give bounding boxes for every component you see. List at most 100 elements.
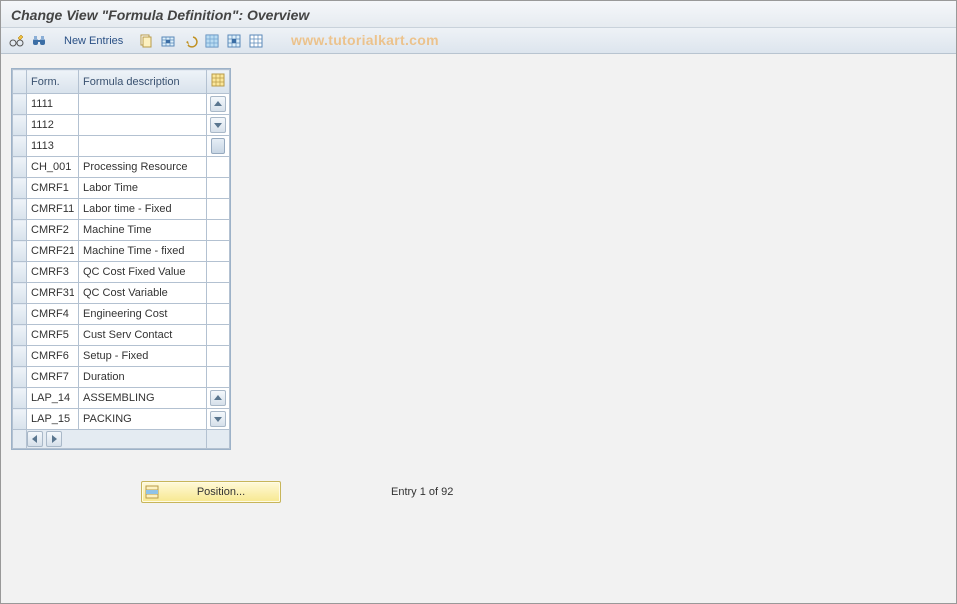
table-row: Labor time - Fixed <box>13 199 230 220</box>
hscroll-left-button[interactable] <box>27 431 43 447</box>
row-selector[interactable] <box>13 346 27 367</box>
formula-description-cell[interactable]: Setup - Fixed <box>79 347 206 365</box>
formula-key-input[interactable] <box>27 262 78 282</box>
row-selector[interactable] <box>13 178 27 199</box>
table-row: Machine Time <box>13 220 230 241</box>
copy-as-button[interactable] <box>136 31 156 51</box>
vscroll-track[interactable] <box>207 136 230 157</box>
formula-description-cell[interactable]: QC Cost Fixed Value <box>79 263 206 281</box>
formula-key-input[interactable] <box>27 136 78 156</box>
row-selector[interactable] <box>13 325 27 346</box>
window-title-bar: Change View "Formula Definition": Overvi… <box>1 1 956 28</box>
vscroll-track[interactable] <box>207 346 230 367</box>
vscroll-track[interactable] <box>207 409 230 430</box>
triangle-up-icon <box>214 100 222 108</box>
deselect-all-button[interactable] <box>246 31 266 51</box>
select-all-button[interactable] <box>202 31 222 51</box>
formula-key-input[interactable] <box>27 367 78 387</box>
row-selector[interactable] <box>13 115 27 136</box>
row-selector[interactable] <box>13 157 27 178</box>
vscroll-down-button-bottom[interactable] <box>210 411 226 427</box>
formula-description-cell[interactable]: Duration <box>79 368 206 386</box>
vscroll-down-button[interactable] <box>210 117 226 133</box>
vscroll-track[interactable] <box>207 178 230 199</box>
formula-description-cell[interactable]: Processing Resource <box>79 158 206 176</box>
vscroll-thumb[interactable] <box>211 138 225 154</box>
formula-description-cell[interactable]: ASSEMBLING <box>79 389 206 407</box>
table-settings-icon <box>211 73 225 87</box>
vscroll-track[interactable] <box>207 115 230 136</box>
application-toolbar: New Entries www.tutorialkart.com <box>1 28 956 54</box>
vscroll-track[interactable] <box>207 220 230 241</box>
column-header-form[interactable]: Form. <box>27 70 79 94</box>
formula-description-cell[interactable]: Labor Time <box>79 179 206 197</box>
formula-description-cell[interactable] <box>79 101 206 107</box>
row-selector[interactable] <box>13 136 27 157</box>
formula-description-cell[interactable]: Cust Serv Contact <box>79 326 206 344</box>
formula-description-cell[interactable]: PACKING <box>79 410 206 428</box>
vscroll-up-button-bottom[interactable] <box>210 390 226 406</box>
vscroll-track[interactable] <box>207 199 230 220</box>
table-row: QC Cost Variable <box>13 283 230 304</box>
formula-description-cell[interactable]: QC Cost Variable <box>79 284 206 302</box>
position-button[interactable]: Position... <box>141 481 281 503</box>
row-selector[interactable] <box>13 241 27 262</box>
vscroll-up-button[interactable] <box>210 96 226 112</box>
formula-key-input[interactable] <box>27 409 78 429</box>
formula-key-input[interactable] <box>27 115 78 135</box>
hscroll-track[interactable] <box>27 430 207 449</box>
row-selector[interactable] <box>13 220 27 241</box>
column-header-desc[interactable]: Formula description <box>79 70 207 94</box>
formula-key-input[interactable] <box>27 346 78 366</box>
formula-key-input[interactable] <box>27 94 78 114</box>
select-block-button[interactable] <box>224 31 244 51</box>
formula-description-cell[interactable]: Labor time - Fixed <box>79 200 206 218</box>
formula-description-cell[interactable]: Engineering Cost <box>79 305 206 323</box>
row-selector-header[interactable] <box>13 70 27 94</box>
table-row: Labor Time <box>13 178 230 199</box>
formula-key-input[interactable] <box>27 220 78 240</box>
vscroll-track[interactable] <box>207 325 230 346</box>
undo-button[interactable] <box>180 31 200 51</box>
table-row: Processing Resource <box>13 157 230 178</box>
formula-key-input[interactable] <box>27 304 78 324</box>
formula-key-input[interactable] <box>27 325 78 345</box>
delete-button[interactable] <box>158 31 178 51</box>
row-selector[interactable] <box>13 199 27 220</box>
formula-description-cell[interactable]: Machine Time - fixed <box>79 242 206 260</box>
row-selector[interactable] <box>13 304 27 325</box>
row-selector[interactable] <box>13 283 27 304</box>
row-selector[interactable] <box>13 94 27 115</box>
vscroll-track[interactable] <box>207 304 230 325</box>
copy-icon <box>138 33 154 49</box>
undo-icon <box>182 33 198 49</box>
triangle-down-icon <box>214 121 222 129</box>
find-button[interactable] <box>29 31 49 51</box>
formula-description-cell[interactable] <box>79 122 206 128</box>
formula-key-input[interactable] <box>27 388 78 408</box>
watermark-text: www.tutorialkart.com <box>291 32 439 48</box>
row-selector[interactable] <box>13 388 27 409</box>
formula-key-input[interactable] <box>27 199 78 219</box>
vscroll-track[interactable] <box>207 94 230 115</box>
vscroll-track[interactable] <box>207 283 230 304</box>
vscroll-track[interactable] <box>207 388 230 409</box>
row-selector[interactable] <box>13 367 27 388</box>
vscroll-track[interactable] <box>207 262 230 283</box>
formula-key-input[interactable] <box>27 283 78 303</box>
formula-key-input[interactable] <box>27 178 78 198</box>
row-selector[interactable] <box>13 409 27 430</box>
vscroll-track[interactable] <box>207 157 230 178</box>
vscroll-track[interactable] <box>207 241 230 262</box>
change-display-toggle[interactable] <box>7 31 27 51</box>
formula-key-input[interactable] <box>27 157 78 177</box>
formula-key-input[interactable] <box>27 241 78 261</box>
configure-columns-button[interactable] <box>207 70 230 94</box>
formula-description-cell[interactable] <box>79 143 206 149</box>
new-entries-button[interactable]: New Entries <box>55 32 132 50</box>
vscroll-track[interactable] <box>207 367 230 388</box>
row-selector[interactable] <box>13 262 27 283</box>
table-container: Form. Formula description Processing Res… <box>11 68 231 450</box>
formula-description-cell[interactable]: Machine Time <box>79 221 206 239</box>
hscroll-right-button[interactable] <box>46 431 62 447</box>
